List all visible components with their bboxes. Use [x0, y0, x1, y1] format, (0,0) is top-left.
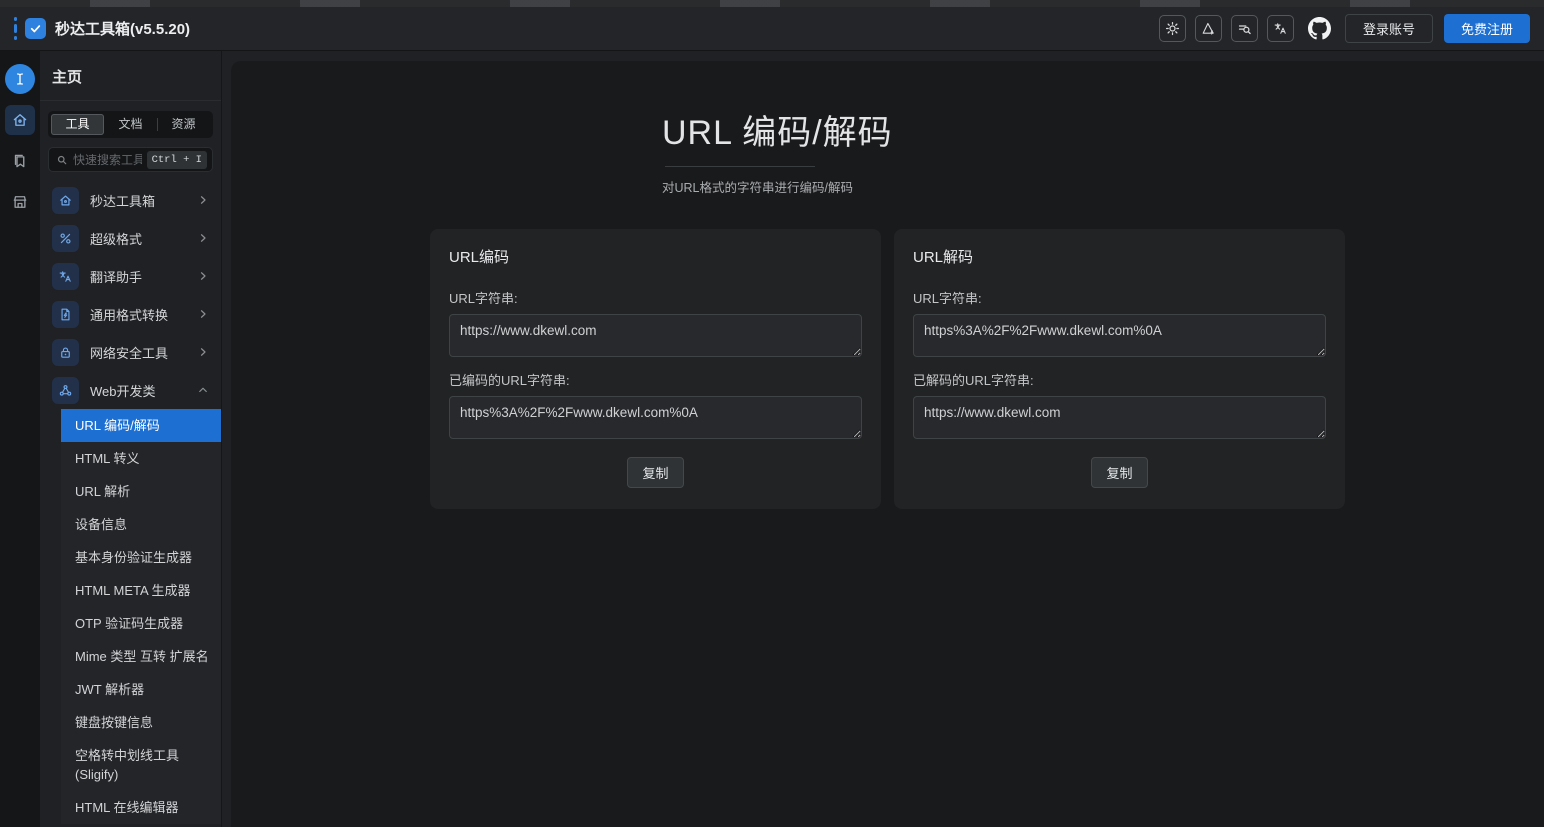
sidebar-tabs: 工具 文档 资源: [48, 111, 213, 138]
chevron-right-icon: [197, 308, 209, 320]
search-icon: [56, 154, 68, 166]
doc-convert-icon: [52, 301, 79, 328]
search-shortcut-badge: Ctrl + I: [147, 151, 207, 169]
sidebar-group-network-security[interactable]: 网络安全工具: [40, 333, 221, 371]
translate-icon: [52, 263, 79, 290]
encode-card-title: URL编码: [449, 246, 862, 267]
webhook-icon: [52, 377, 79, 404]
sidebar-group-miaoda-toolbox[interactable]: 秒达工具箱: [40, 181, 221, 219]
decode-output-textarea[interactable]: https://www.dkewl.com: [913, 396, 1326, 439]
submenu-item-html-editor[interactable]: HTML 在线编辑器: [61, 791, 221, 824]
sidebar-group-super-format[interactable]: 超级格式: [40, 219, 221, 257]
translate-button[interactable]: [1267, 15, 1294, 42]
sidebar-group-web-dev[interactable]: Web开发类: [40, 371, 221, 409]
app-logo: [14, 17, 46, 40]
encode-output-textarea[interactable]: https%3A%2F%2Fwww.dkewl.com%0A: [449, 396, 862, 439]
decode-card-title: URL解码: [913, 246, 1326, 267]
login-button[interactable]: 登录账号: [1345, 14, 1433, 43]
submenu-item-device-info[interactable]: 设备信息: [61, 508, 221, 541]
rail-store-button[interactable]: [5, 187, 35, 217]
github-icon: [1308, 17, 1331, 40]
register-button[interactable]: 免费注册: [1444, 14, 1530, 43]
tab-resources[interactable]: 资源: [157, 114, 210, 135]
submenu-item-otp-generator[interactable]: OTP 验证码生成器: [61, 607, 221, 640]
sidebar-menu: 秒达工具箱 超级格式 翻译助手 通: [40, 181, 221, 827]
chevron-right-icon: [197, 270, 209, 282]
chevron-right-icon: [197, 232, 209, 244]
submenu-item-url-parse[interactable]: URL 解析: [61, 475, 221, 508]
decode-input-textarea[interactable]: https%3A%2F%2Fwww.dkewl.com%0A: [913, 314, 1326, 357]
decode-output-label: 已解码的URL字符串:: [913, 370, 1326, 389]
search-tools-button[interactable]: [1231, 15, 1258, 42]
sidebar-home-title: 主页: [40, 51, 221, 101]
submenu-item-html-meta-generator[interactable]: HTML META 生成器: [61, 574, 221, 607]
page-subtitle: 对URL格式的字符串进行编码/解码: [662, 177, 1544, 196]
sidebar-group-translate-assistant[interactable]: 翻译助手: [40, 257, 221, 295]
chevron-right-icon: [197, 194, 209, 206]
group-label: 超级格式: [90, 229, 142, 248]
app-title: 秒达工具箱(v5.5.20): [55, 18, 190, 39]
chevron-up-icon: [197, 384, 209, 396]
rail-home-button[interactable]: [5, 105, 35, 135]
search-input[interactable]: [73, 153, 142, 167]
title-divider: [665, 166, 815, 167]
encode-output-label: 已编码的URL字符串:: [449, 370, 862, 389]
decode-input-label: URL字符串:: [913, 288, 1326, 307]
user-avatar[interactable]: [5, 64, 35, 94]
submenu-item-sligify[interactable]: 空格转中划线工具 (Sligify): [61, 739, 221, 791]
translate-icon: [1273, 21, 1288, 36]
chevron-right-icon: [197, 346, 209, 358]
sidebar: 主页 工具 文档 资源 Ctrl + I 秒达工具箱: [40, 51, 222, 827]
triangle-flash-icon: [1201, 21, 1216, 36]
github-link[interactable]: [1305, 14, 1334, 43]
group-label: 通用格式转换: [90, 305, 168, 324]
submenu-item-url-encode-decode[interactable]: URL 编码/解码: [61, 409, 221, 442]
home-icon: [52, 187, 79, 214]
tab-tools[interactable]: 工具: [51, 114, 104, 135]
main-area: URL 编码/解码 对URL格式的字符串进行编码/解码 URL编码 URL字符串…: [222, 51, 1544, 827]
logo-dashes-icon: [14, 17, 17, 40]
list-search-icon: [1237, 21, 1252, 36]
group-label: 翻译助手: [90, 267, 142, 286]
ruler-flash-button[interactable]: [1195, 15, 1222, 42]
submenu-item-mime-type[interactable]: Mime 类型 互转 扩展名: [61, 640, 221, 673]
text-cursor-icon: [12, 71, 28, 87]
icon-rail: [0, 51, 40, 827]
bookmark-icon: [11, 152, 29, 170]
submenu-item-keyboard-info[interactable]: 键盘按键信息: [61, 706, 221, 739]
rail-bookmark-button[interactable]: [5, 146, 35, 176]
webdev-submenu: URL 编码/解码 HTML 转义 URL 解析 设备信息 基本身份验证生成器 …: [61, 409, 221, 824]
sun-icon: [1165, 21, 1180, 36]
decode-copy-button[interactable]: 复制: [1091, 457, 1147, 488]
cropped-underlying-page-strip: [0, 0, 1544, 7]
group-label: 网络安全工具: [90, 343, 168, 362]
lock-icon: [52, 339, 79, 366]
app-header: 秒达工具箱(v5.5.20): [0, 7, 1544, 51]
content-panel: URL 编码/解码 对URL格式的字符串进行编码/解码 URL编码 URL字符串…: [231, 61, 1544, 827]
url-encode-card: URL编码 URL字符串: https://www.dkewl.com 已编码的…: [430, 229, 881, 509]
encode-input-label: URL字符串:: [449, 288, 862, 307]
encode-copy-button[interactable]: 复制: [627, 457, 683, 488]
submenu-item-basic-auth-generator[interactable]: 基本身份验证生成器: [61, 541, 221, 574]
tool-search-box[interactable]: Ctrl + I: [48, 147, 213, 172]
store-icon: [11, 193, 29, 211]
theme-toggle-button[interactable]: [1159, 15, 1186, 42]
tab-docs[interactable]: 文档: [104, 114, 157, 135]
group-label: 秒达工具箱: [90, 191, 155, 210]
sidebar-group-format-convert[interactable]: 通用格式转换: [40, 295, 221, 333]
url-decode-card: URL解码 URL字符串: https%3A%2F%2Fwww.dkewl.co…: [894, 229, 1345, 509]
group-label: Web开发类: [90, 381, 156, 400]
logo-check-icon: [25, 18, 46, 39]
encode-input-textarea[interactable]: https://www.dkewl.com: [449, 314, 862, 357]
home-icon: [11, 111, 29, 129]
submenu-item-html-escape[interactable]: HTML 转义: [61, 442, 221, 475]
page-title: URL 编码/解码: [662, 105, 1544, 154]
percent-tools-icon: [52, 225, 79, 252]
submenu-item-jwt-parser[interactable]: JWT 解析器: [61, 673, 221, 706]
